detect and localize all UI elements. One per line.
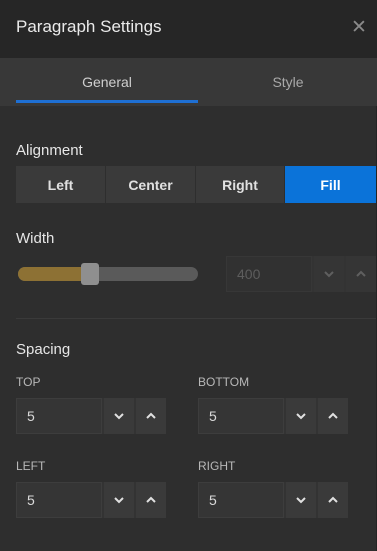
spacing-bottom-input[interactable]: 5 <box>198 398 348 434</box>
tab-bar: General Style <box>0 58 377 106</box>
spacing-right-value[interactable]: 5 <box>198 482 284 518</box>
close-icon[interactable]: ✕ <box>349 16 369 38</box>
width-input[interactable]: 400 <box>226 256 376 292</box>
chevron-down-icon[interactable] <box>104 482 134 518</box>
chevron-up-icon[interactable] <box>346 256 376 292</box>
width-value[interactable]: 400 <box>226 256 312 292</box>
align-left-button[interactable]: Left <box>16 166 106 203</box>
section-divider <box>16 318 376 319</box>
chevron-down-icon[interactable] <box>286 482 316 518</box>
spacing-right-input[interactable]: 5 <box>198 482 348 518</box>
tab-style[interactable]: Style <box>198 58 377 106</box>
chevron-up-icon[interactable] <box>136 482 166 518</box>
chevron-up-icon[interactable] <box>318 482 348 518</box>
title-bar: Paragraph Settings ✕ <box>0 0 377 58</box>
align-right-button[interactable]: Right <box>196 166 285 203</box>
spacing-bottom-value[interactable]: 5 <box>198 398 284 434</box>
spacing-top-value[interactable]: 5 <box>16 398 102 434</box>
panel-title: Paragraph Settings <box>16 17 162 36</box>
chevron-down-icon[interactable] <box>314 256 344 292</box>
width-slider-handle[interactable] <box>81 263 99 285</box>
alignment-segmented-control: Left Center Right Fill <box>16 166 376 203</box>
width-slider-fill <box>18 267 90 281</box>
tab-general[interactable]: General <box>16 58 198 106</box>
spacing-left-input[interactable]: 5 <box>16 482 166 518</box>
chevron-down-icon[interactable] <box>104 398 134 434</box>
active-tab-indicator <box>16 100 198 103</box>
width-slider[interactable] <box>18 263 198 285</box>
spacing-left-value[interactable]: 5 <box>16 482 102 518</box>
width-heading: Width <box>16 230 55 247</box>
chevron-up-icon[interactable] <box>318 398 348 434</box>
chevron-up-icon[interactable] <box>136 398 166 434</box>
align-fill-button[interactable]: Fill <box>285 166 376 203</box>
spacing-top-label: TOP <box>16 375 41 389</box>
spacing-left-label: LEFT <box>16 459 46 473</box>
spacing-heading: Spacing <box>16 341 71 358</box>
align-center-button[interactable]: Center <box>106 166 196 203</box>
spacing-right-label: RIGHT <box>198 459 236 473</box>
paragraph-settings-panel: Paragraph Settings ✕ General Style Align… <box>0 0 377 551</box>
alignment-heading: Alignment <box>16 142 83 159</box>
spacing-top-input[interactable]: 5 <box>16 398 166 434</box>
chevron-down-icon[interactable] <box>286 398 316 434</box>
spacing-bottom-label: BOTTOM <box>198 375 250 389</box>
